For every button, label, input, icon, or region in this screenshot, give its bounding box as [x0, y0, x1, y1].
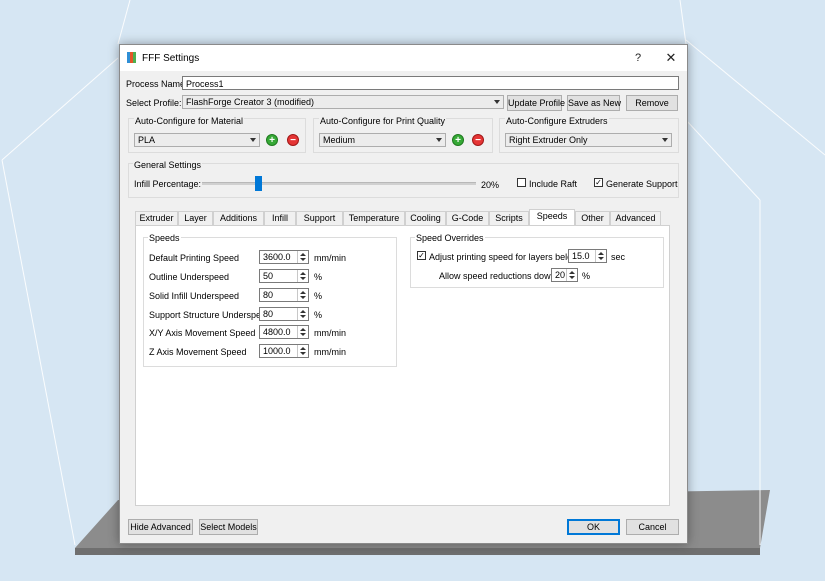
- quality-select-value: Medium: [323, 135, 356, 145]
- spin-arrows-icon[interactable]: [566, 269, 577, 281]
- infill-slider-track[interactable]: [202, 182, 476, 185]
- quality-select[interactable]: Medium: [319, 133, 446, 147]
- outline-underspeed-field[interactable]: 50: [259, 269, 309, 283]
- xy-axis-movement-speed-field[interactable]: 4800.0: [259, 325, 309, 339]
- auto-material-title: Auto-Configure for Material: [134, 116, 245, 126]
- extruders-select-value: Right Extruder Only: [509, 135, 588, 145]
- include-raft-label: Include Raft: [529, 179, 578, 189]
- process-name-input[interactable]: Process1: [182, 76, 679, 90]
- chevron-down-icon: [494, 100, 500, 104]
- save-as-new-button[interactable]: Save as New: [567, 95, 621, 111]
- help-button[interactable]: ?: [623, 48, 653, 68]
- auto-quality-title: Auto-Configure for Print Quality: [319, 116, 447, 126]
- support-structure-underspeed-unit: %: [314, 310, 323, 320]
- solid-infill-underspeed-label: Solid Infill Underspeed: [149, 291, 240, 301]
- z-axis-movement-speed-label: Z Axis Movement Speed: [149, 347, 247, 357]
- allow-speed-reduction-value: 20: [555, 270, 566, 280]
- solid-infill-underspeed-field[interactable]: 80: [259, 288, 309, 302]
- close-button[interactable]: ✕: [656, 48, 686, 68]
- chevron-down-icon: [436, 138, 442, 142]
- select-profile-label: Select Profile:: [126, 98, 182, 108]
- chevron-down-icon: [250, 138, 256, 142]
- adjust-speed-field[interactable]: 15.0: [568, 249, 607, 263]
- default-printing-speed-value: 3600.0: [263, 252, 291, 262]
- tab-infill[interactable]: Infill: [264, 211, 296, 226]
- remove-quality-icon[interactable]: −: [472, 134, 484, 146]
- speeds-group-title: Speeds: [148, 233, 181, 243]
- fff-settings-dialog: FFF Settings ? ✕ Process Name: Process1 …: [119, 44, 688, 544]
- solid-infill-underspeed-unit: %: [314, 291, 323, 301]
- speed-overrides-title: Speed Overrides: [415, 233, 485, 243]
- default-printing-speed-field[interactable]: 3600.0: [259, 250, 309, 264]
- add-quality-icon[interactable]: +: [452, 134, 464, 146]
- xy-axis-movement-speed-label: X/Y Axis Movement Speed: [149, 328, 256, 338]
- profile-select[interactable]: FlashForge Creator 3 (modified): [182, 95, 504, 109]
- z-axis-movement-speed-unit: mm/min: [314, 347, 346, 357]
- auto-extruders-title: Auto-Configure Extruders: [505, 116, 609, 126]
- spin-arrows-icon[interactable]: [297, 251, 308, 263]
- adjust-speed-checkbox[interactable]: ✓: [417, 251, 426, 260]
- xy-axis-movement-speed-value: 4800.0: [263, 327, 291, 337]
- window-title: FFF Settings: [142, 53, 200, 64]
- speeds-tab-panel: Speeds Default Printing Speed 3600.0 mm/…: [135, 225, 670, 506]
- spin-arrows-icon[interactable]: [297, 345, 308, 357]
- title-bar: FFF Settings ? ✕: [120, 45, 687, 71]
- tab-cooling[interactable]: Cooling: [405, 211, 446, 226]
- extruders-select[interactable]: Right Extruder Only: [505, 133, 672, 147]
- adjust-speed-unit: sec: [611, 252, 626, 262]
- support-structure-underspeed-value: 80: [263, 309, 274, 319]
- outline-underspeed-value: 50: [263, 271, 274, 281]
- spin-arrows-icon[interactable]: [595, 250, 606, 262]
- spin-arrows-icon[interactable]: [297, 308, 308, 320]
- generate-support-checkbox[interactable]: ✓: [594, 178, 603, 187]
- remove-material-icon[interactable]: −: [287, 134, 299, 146]
- allow-speed-reduction-field[interactable]: 20: [551, 268, 578, 282]
- infill-percentage-value: 20%: [481, 180, 500, 190]
- spin-arrows-icon[interactable]: [297, 326, 308, 338]
- select-models-button[interactable]: Select Models: [199, 519, 258, 535]
- add-material-icon[interactable]: +: [266, 134, 278, 146]
- cancel-button[interactable]: Cancel: [626, 519, 679, 535]
- tab-scripts[interactable]: Scripts: [489, 211, 529, 226]
- adjust-speed-value: 15.0: [572, 251, 590, 261]
- infill-slider-handle[interactable]: [255, 176, 263, 191]
- tab-g-code[interactable]: G-Code: [446, 211, 489, 226]
- z-axis-movement-speed-field[interactable]: 1000.0: [259, 344, 309, 358]
- tab-temperature[interactable]: Temperature: [343, 211, 405, 226]
- default-printing-speed-label: Default Printing Speed: [149, 253, 240, 263]
- spin-arrows-icon[interactable]: [297, 270, 308, 282]
- ok-button[interactable]: OK: [567, 519, 620, 535]
- tab-support[interactable]: Support: [296, 211, 343, 226]
- remove-profile-button[interactable]: Remove: [626, 95, 678, 111]
- app-icon: [127, 52, 137, 63]
- tab-additions[interactable]: Additions: [213, 211, 264, 226]
- xy-axis-movement-speed-unit: mm/min: [314, 328, 346, 338]
- generate-support-label: Generate Support: [606, 179, 678, 189]
- process-name-label: Process Name:: [126, 79, 188, 89]
- update-profile-button[interactable]: Update Profile: [507, 95, 565, 111]
- support-structure-underspeed-label: Support Structure Underspeed: [149, 310, 272, 320]
- hide-advanced-button[interactable]: Hide Advanced: [128, 519, 193, 535]
- default-printing-speed-unit: mm/min: [314, 253, 346, 263]
- general-settings-title: General Settings: [133, 160, 203, 170]
- infill-percentage-label: Infill Percentage:: [134, 179, 202, 189]
- support-structure-underspeed-field[interactable]: 80: [259, 307, 309, 321]
- tab-extruder[interactable]: Extruder: [135, 211, 178, 226]
- chevron-down-icon: [662, 138, 668, 142]
- allow-speed-reduction-unit: %: [582, 271, 591, 281]
- outline-underspeed-unit: %: [314, 272, 323, 282]
- profile-select-value: FlashForge Creator 3 (modified): [186, 97, 315, 107]
- z-axis-movement-speed-value: 1000.0: [263, 346, 291, 356]
- include-raft-checkbox[interactable]: [517, 178, 526, 187]
- tab-layer[interactable]: Layer: [178, 211, 213, 226]
- tab-other[interactable]: Other: [575, 211, 610, 226]
- material-select[interactable]: PLA: [134, 133, 260, 147]
- tab-advanced[interactable]: Advanced: [610, 211, 661, 226]
- allow-speed-reduction-label: Allow speed reductions down to: [439, 271, 566, 281]
- material-select-value: PLA: [138, 135, 156, 145]
- outline-underspeed-label: Outline Underspeed: [149, 272, 230, 282]
- solid-infill-underspeed-value: 80: [263, 290, 274, 300]
- adjust-speed-label: Adjust printing speed for layers below: [429, 252, 579, 262]
- spin-arrows-icon[interactable]: [297, 289, 308, 301]
